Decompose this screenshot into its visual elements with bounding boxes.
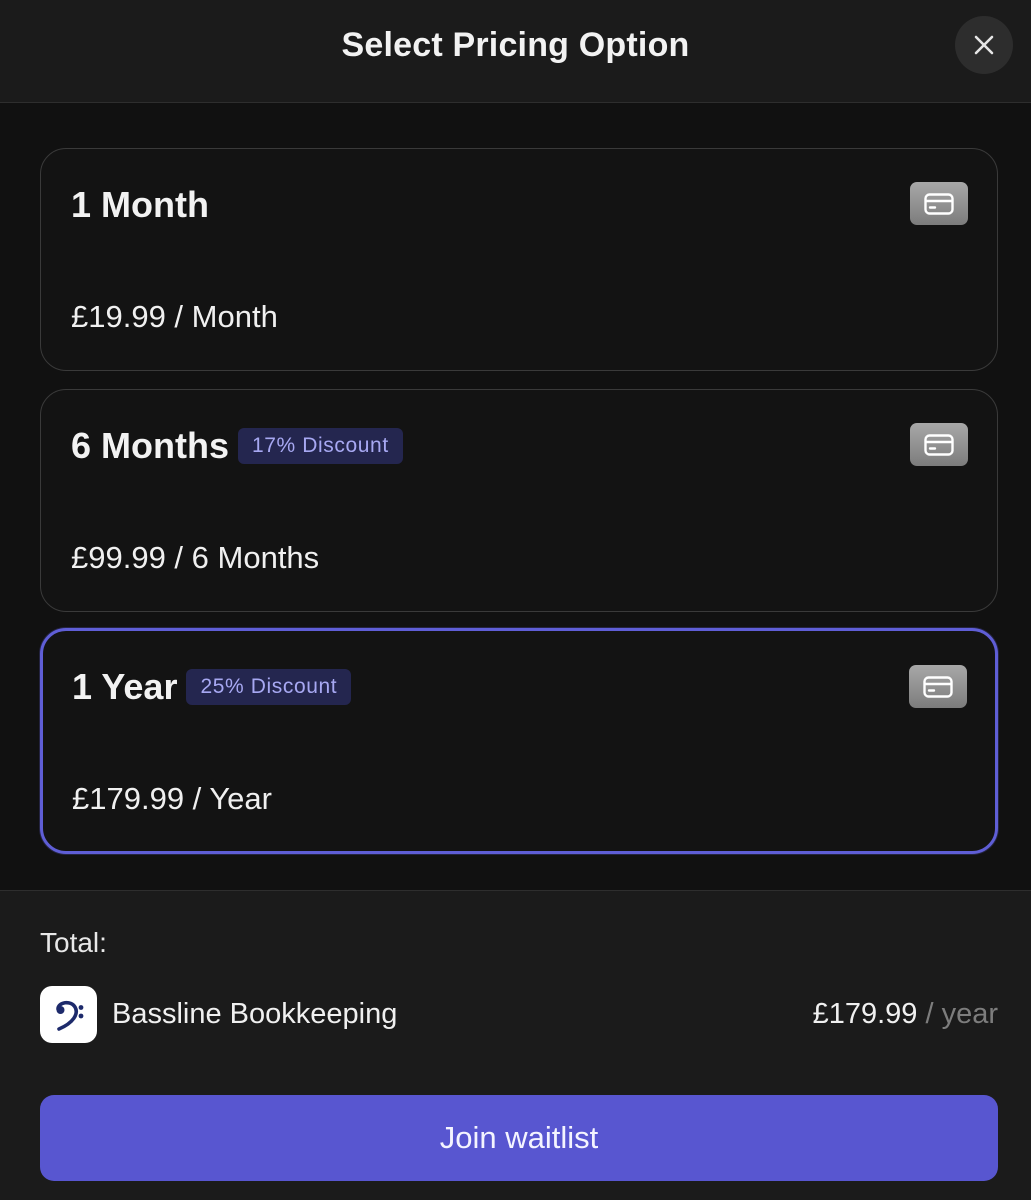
join-waitlist-button[interactable]: Join waitlist <box>40 1095 998 1181</box>
plan-card-1-month[interactable]: 1 Month £19.99 / Month <box>40 148 998 371</box>
close-icon <box>974 35 994 55</box>
price-period: / year <box>917 998 998 1030</box>
product-name: Bassline Bookkeeping <box>112 998 398 1030</box>
plan-title: 1 Year <box>72 666 178 707</box>
plan-price: £99.99 / 6 Months <box>71 540 320 575</box>
order-summary: Total: Bassline Bookkeeping £179.99 / ye… <box>0 890 1031 1200</box>
plan-title-row: 1 Month <box>71 184 209 225</box>
plan-title-row: 6 Months 17% Discount <box>71 425 403 466</box>
total-label: Total: <box>40 927 107 958</box>
product-row: Bassline Bookkeeping £179.99 / year <box>40 986 998 1044</box>
discount-badge: 17% Discount <box>238 428 403 464</box>
pricing-modal: Select Pricing Option 1 Month £19.99 / M… <box>0 0 1031 1200</box>
discount-badge: 25% Discount <box>186 669 352 705</box>
modal-header: Select Pricing Option <box>0 0 1031 103</box>
credit-card-icon <box>910 423 968 466</box>
credit-card-icon <box>909 665 967 708</box>
join-waitlist-label: Join waitlist <box>439 1120 599 1155</box>
plan-card-1-year[interactable]: 1 Year 25% Discount £179.99 / Year <box>40 628 998 854</box>
bass-clef-icon <box>40 986 97 1043</box>
pricing-options: 1 Month £19.99 / Month 6 Months 17% Disc… <box>40 148 998 872</box>
plan-price: £179.99 / Year <box>72 781 272 816</box>
plan-price: £19.99 / Month <box>71 299 278 334</box>
plan-title: 1 Month <box>71 184 209 225</box>
plan-card-6-months[interactable]: 6 Months 17% Discount £99.99 / 6 Months <box>40 389 998 612</box>
plan-title: 6 Months <box>71 425 229 466</box>
close-button[interactable] <box>955 16 1013 74</box>
modal-title: Select Pricing Option <box>341 26 690 64</box>
plan-title-row: 1 Year 25% Discount <box>72 666 352 707</box>
price-amount: £179.99 <box>812 998 918 1030</box>
credit-card-icon <box>910 182 968 225</box>
product-price: £179.99 / year <box>813 998 998 1031</box>
